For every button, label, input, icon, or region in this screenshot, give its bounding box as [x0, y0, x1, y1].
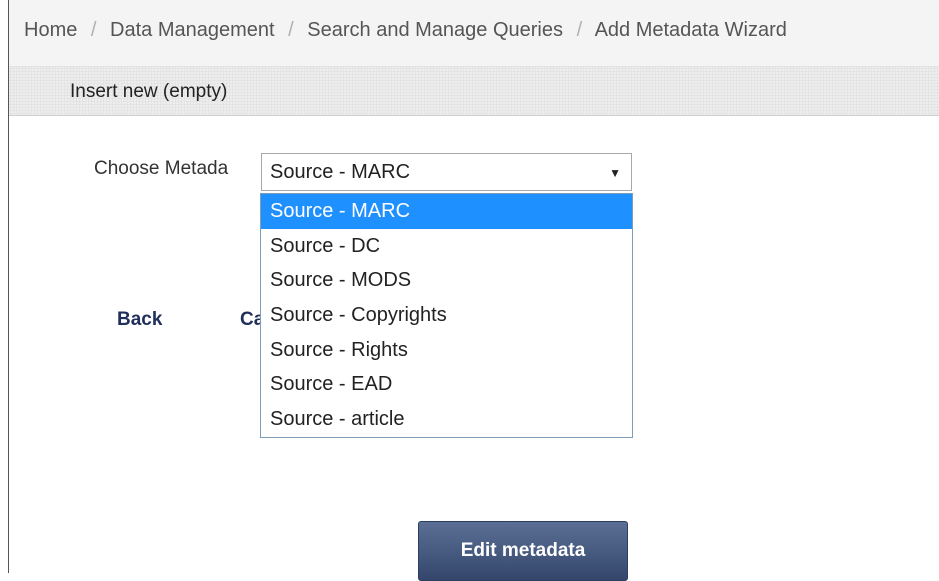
metadata-type-options-list: Source - MARC Source - DC Source - MODS … — [260, 193, 633, 438]
metadata-type-select[interactable]: Source - MARC ▼ — [261, 153, 632, 191]
metadata-type-label: Choose Metada — [94, 158, 229, 179]
dropdown-arrow-icon: ▼ — [609, 166, 621, 180]
breadcrumb-search-manage-queries[interactable]: Search and Manage Queries — [307, 19, 563, 41]
edit-metadata-button-label: Edit metadata — [460, 540, 586, 561]
breadcrumb: Home / Data Management / Search and Mana… — [9, 0, 939, 67]
dropdown-option[interactable]: Source - MARC — [261, 194, 632, 229]
window-frame-left-edge — [0, 0, 9, 573]
breadcrumb-separator: / — [576, 19, 583, 41]
breadcrumb-separator: / — [90, 19, 97, 41]
section-title: Insert new (empty) — [70, 81, 228, 102]
section-header: Insert new (empty) — [9, 67, 939, 116]
breadcrumb-separator: / — [288, 19, 294, 41]
select-current-value: Source - MARC — [270, 161, 411, 183]
breadcrumb-add-metadata-wizard: Add Metadata Wizard — [594, 19, 787, 41]
breadcrumb-data-management[interactable]: Data Management — [110, 19, 275, 41]
dropdown-option[interactable]: Source - article — [261, 402, 632, 437]
back-button[interactable]: Back — [117, 309, 162, 331]
breadcrumb-home[interactable]: Home — [24, 19, 77, 41]
dropdown-option[interactable]: Source - MODS — [261, 263, 632, 298]
dropdown-option[interactable]: Source - EAD — [261, 367, 632, 402]
dropdown-option[interactable]: Source - Rights — [261, 333, 632, 368]
dropdown-option[interactable]: Source - Copyrights — [261, 298, 632, 333]
dropdown-option[interactable]: Source - DC — [261, 229, 632, 264]
edit-metadata-button[interactable]: Edit metadata — [418, 521, 628, 581]
